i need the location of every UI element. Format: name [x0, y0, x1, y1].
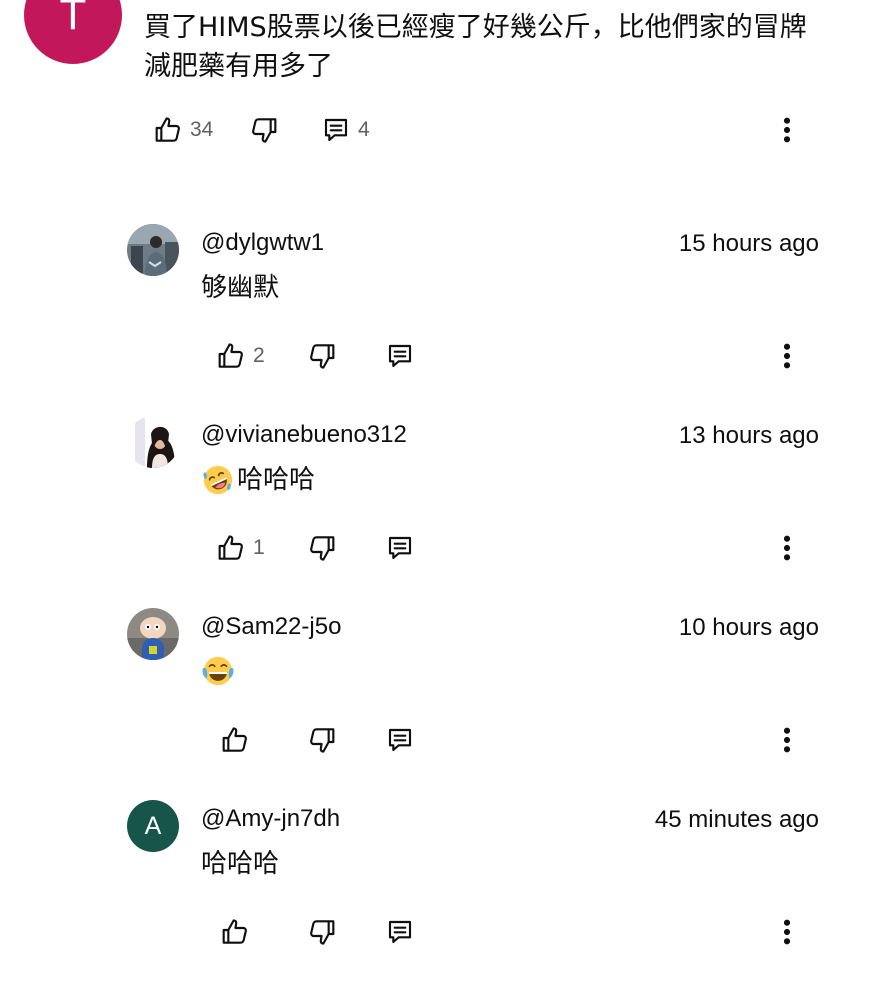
like-button[interactable]: 2 [215, 336, 265, 376]
reply-author[interactable]: @Amy-jn7dh [201, 805, 340, 833]
thumb-up-icon [152, 114, 184, 146]
avatar[interactable]: A [127, 800, 179, 852]
more-vertical-icon [771, 336, 803, 376]
avatar[interactable] [127, 608, 179, 660]
dislike-button[interactable] [248, 110, 280, 150]
dislike-button[interactable] [306, 912, 338, 952]
more-options-button[interactable] [771, 528, 803, 568]
comment-icon [384, 340, 416, 372]
avatar-photo [127, 416, 179, 468]
thumb-down-icon [248, 114, 280, 146]
more-vertical-icon [771, 528, 803, 568]
reply-button[interactable] [384, 336, 416, 376]
reply-author[interactable]: @Sam22-j5o [201, 613, 341, 641]
comment-icon [384, 532, 416, 564]
avatar[interactable] [127, 224, 179, 276]
more-options-button[interactable] [771, 110, 803, 150]
like-count: 1 [253, 536, 265, 559]
avatar-photo [127, 608, 179, 660]
comment-icon [384, 724, 416, 756]
avatar-letter: A [144, 811, 162, 840]
reply-author[interactable]: @vivianebueno312 [201, 421, 407, 449]
more-options-button[interactable] [771, 336, 803, 376]
thumb-down-icon [306, 916, 338, 948]
reply-timestamp: 10 hours ago [678, 614, 819, 641]
reply-item: @dylgwtw1 15 hours ago 够幽默 2 [0, 224, 873, 414]
reply-author[interactable]: @dylgwtw1 [201, 229, 324, 257]
reply-text: 够幽默 [201, 270, 279, 306]
more-vertical-icon [771, 912, 803, 952]
reply-action-bar [0, 912, 873, 952]
reply-count: 4 [358, 118, 370, 141]
reply-text-content: 够幽默 [201, 273, 280, 303]
thumb-up-icon [215, 532, 247, 564]
reply-timestamp: 13 hours ago [678, 422, 819, 449]
reply-text [201, 654, 237, 688]
comment-action-bar: 34 4 [0, 110, 873, 150]
replies-button[interactable]: 4 [320, 110, 370, 150]
reply-timestamp: 15 hours ago [678, 230, 819, 257]
more-vertical-icon [771, 720, 803, 760]
like-count: 34 [190, 118, 214, 141]
like-button[interactable]: 1 [215, 528, 265, 568]
thumb-up-icon [219, 724, 251, 756]
like-count: 2 [253, 344, 265, 367]
reply-action-bar: 1 [0, 528, 873, 568]
comment-icon [320, 114, 352, 146]
comment-text: 買了HIMS股票以後已經瘦了好幾公斤，比他們家的冒牌減肥藥有用多了 [144, 12, 807, 82]
like-button[interactable] [219, 720, 257, 760]
comment-icon [384, 916, 416, 948]
tears-of-joy-icon [201, 654, 235, 688]
like-button[interactable]: 34 [152, 110, 213, 150]
rolling-on-floor-laughing-icon [201, 463, 235, 497]
thumb-up-icon [215, 340, 247, 372]
avatar-letter: T [59, 0, 87, 39]
dislike-button[interactable] [306, 528, 338, 568]
reply-text: 哈哈哈 [201, 846, 279, 882]
avatar-photo [127, 224, 179, 276]
thumb-up-icon [219, 916, 251, 948]
reply-timestamp: 45 minutes ago [654, 806, 819, 833]
reply-item: A @Amy-jn7dh 45 minutes ago 哈哈哈 [0, 800, 873, 990]
reply-button[interactable] [384, 912, 416, 952]
reply-button[interactable] [384, 528, 416, 568]
more-options-button[interactable] [771, 912, 803, 952]
like-button[interactable] [219, 912, 257, 952]
dislike-button[interactable] [306, 720, 338, 760]
thumb-down-icon [306, 724, 338, 756]
reply-action-bar: 2 [0, 336, 873, 376]
more-vertical-icon [771, 110, 803, 150]
thumb-down-icon [306, 532, 338, 564]
reply-text-content: 哈哈哈 [237, 465, 316, 495]
commenter-avatar[interactable]: T [24, 0, 122, 64]
avatar[interactable] [127, 416, 179, 468]
reply-item: @Sam22-j5o 10 hours ago [0, 608, 873, 798]
more-options-button[interactable] [771, 720, 803, 760]
reply-item: @vivianebueno312 13 hours ago 哈哈哈 1 [0, 416, 873, 606]
reply-text-content: 哈哈哈 [201, 849, 280, 879]
reply-action-bar [0, 720, 873, 760]
thumb-down-icon [306, 340, 338, 372]
dislike-button[interactable] [306, 336, 338, 376]
reply-text: 哈哈哈 [201, 462, 315, 498]
reply-button[interactable] [384, 720, 416, 760]
